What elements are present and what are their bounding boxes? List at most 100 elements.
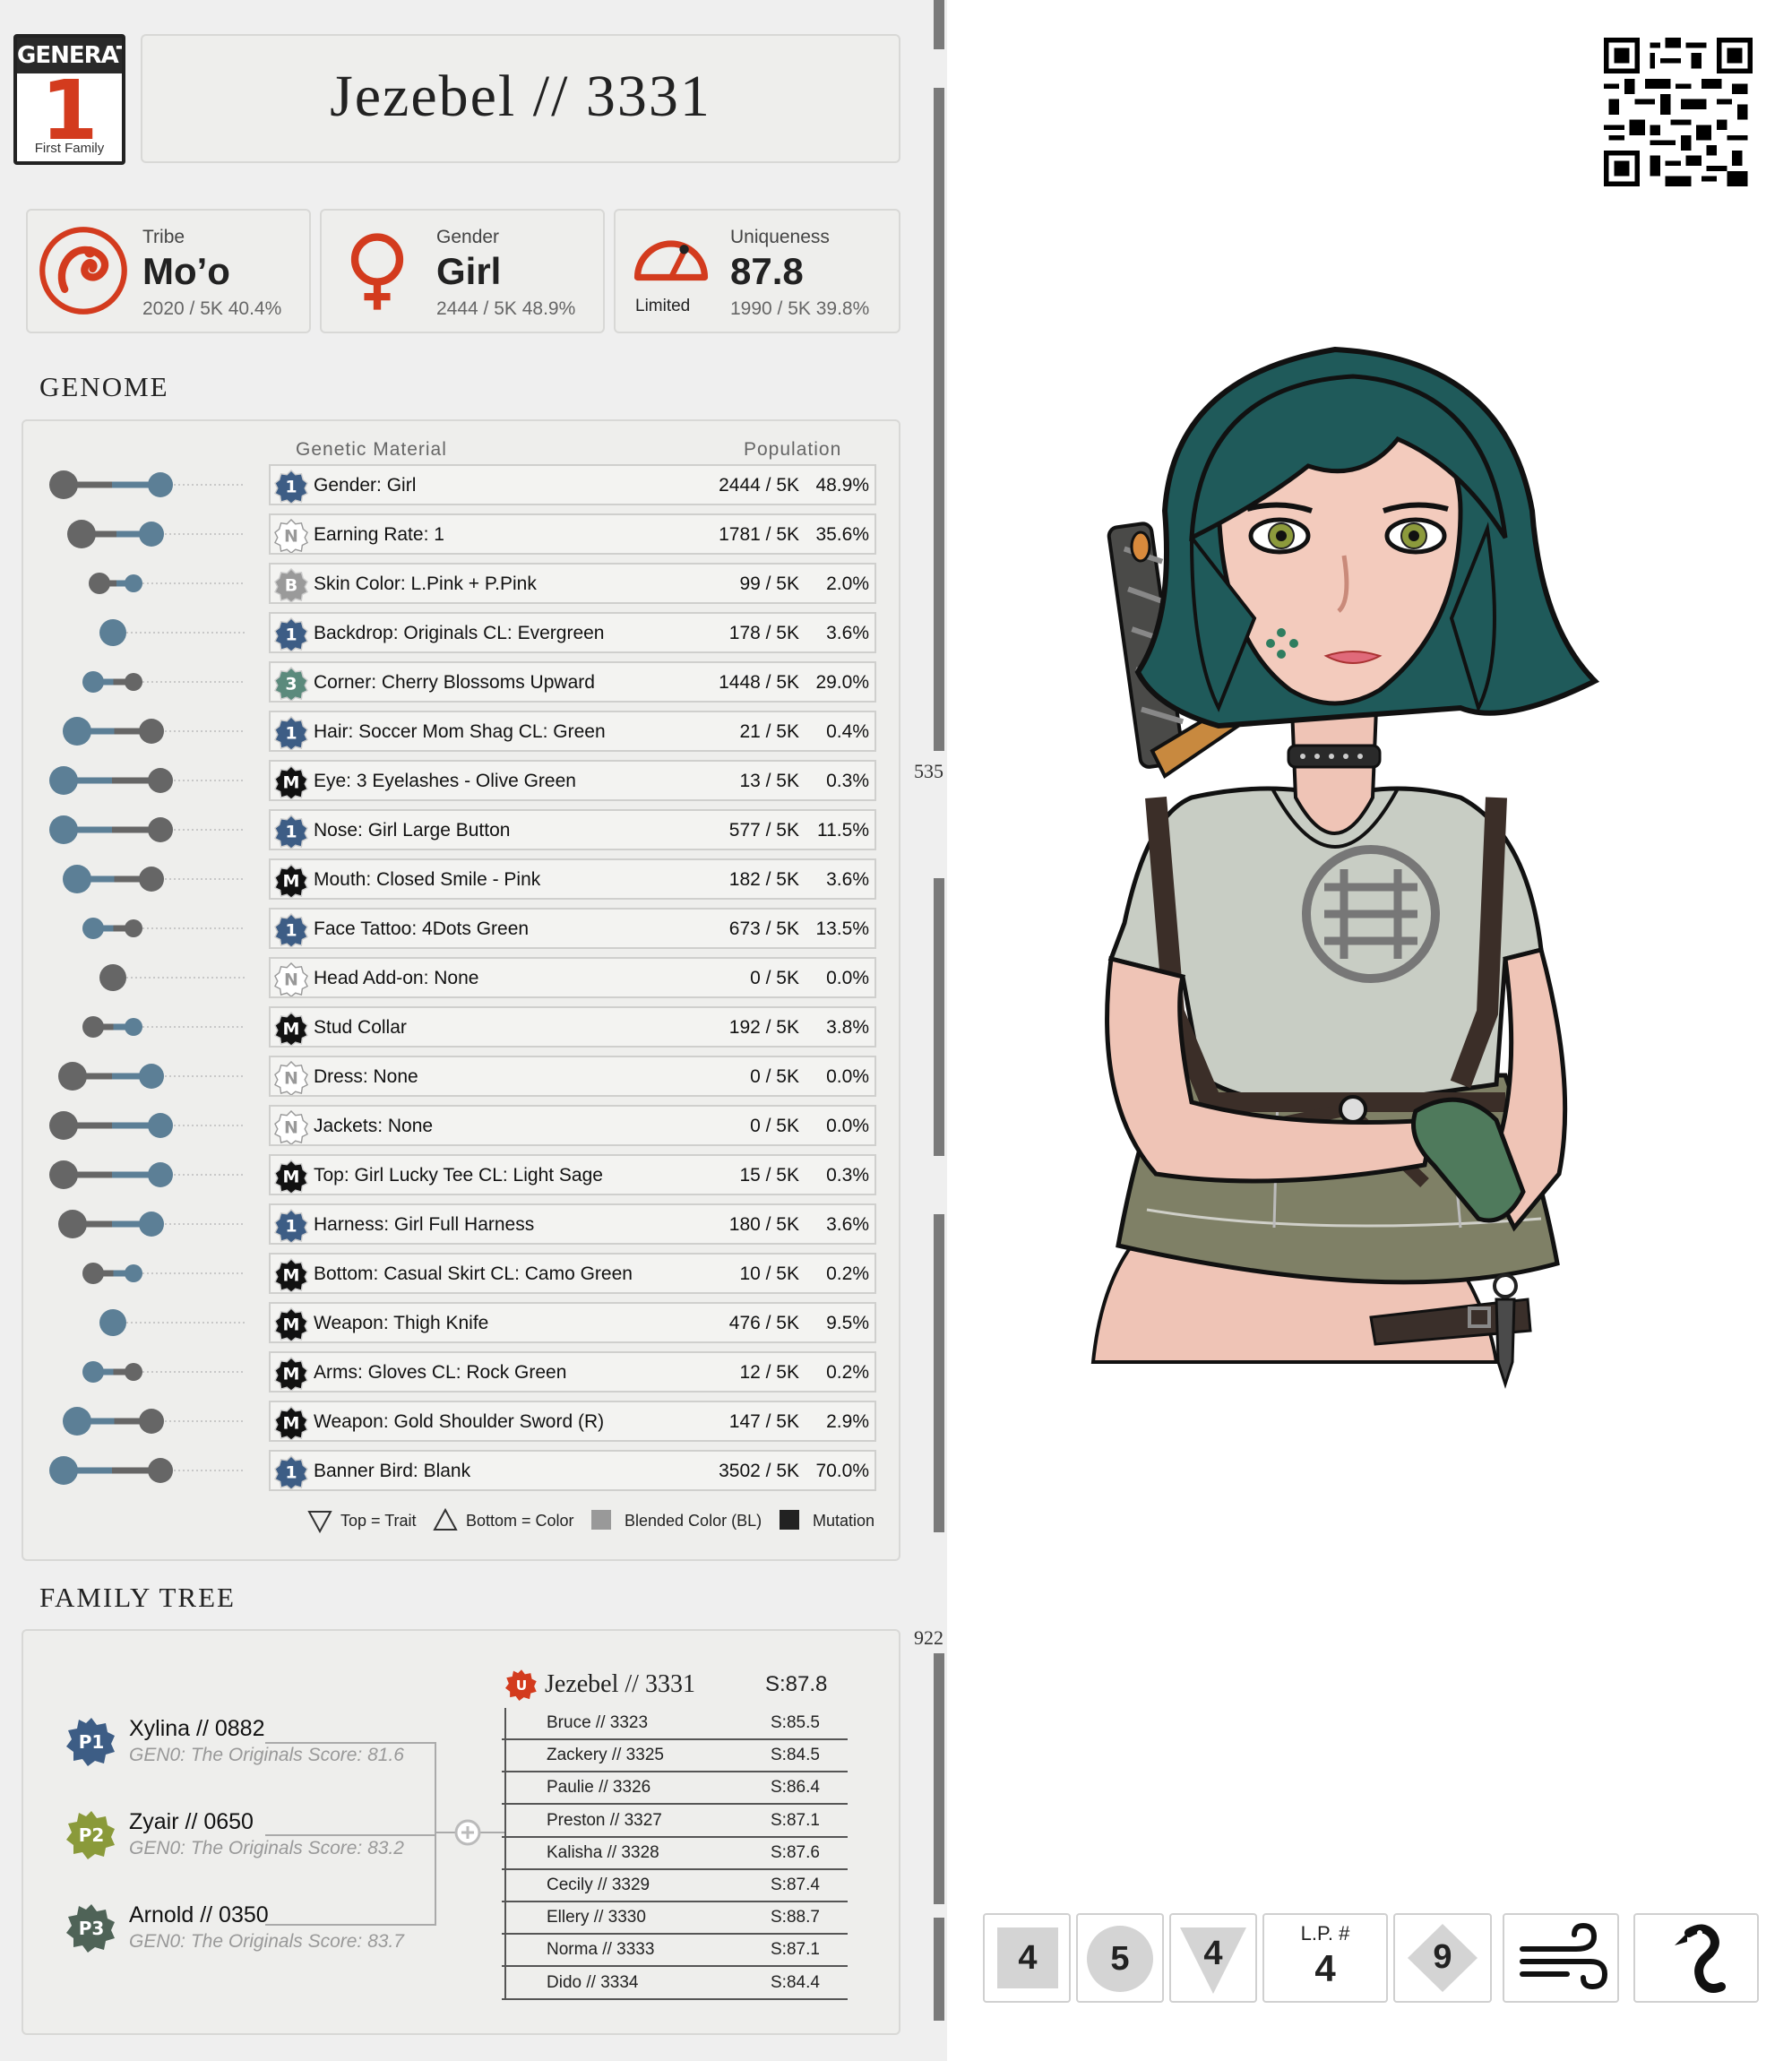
trait-badge-label: N [284,527,298,547]
sibling-name: Bruce // 3323 [547,1713,649,1732]
trait-badge-icon: N [274,962,308,996]
card-bird[interactable] [1633,1913,1759,2003]
sibling-name: Paulie // 3326 [547,1778,651,1798]
card-circle[interactable]: 5 [1076,1913,1164,2003]
genome-row[interactable]: M Bottom: Casual Skirt CL: Camo Green 10… [82,1253,876,1294]
trait-count: 0 / 5K [750,1066,799,1087]
trait-badge-icon: 1 [274,1455,308,1489]
genome-row[interactable]: M Weapon: Thigh Knife 476 / 5K 9.5% [99,1302,876,1343]
genome-indicator [99,619,246,646]
trait-percent: 0.2% [826,1362,869,1383]
trait-count: 1781 / 5K [719,524,799,545]
genome-row[interactable]: N Head Add-on: None 0 / 5K 0.0% [99,957,876,998]
sibling-row[interactable]: Bruce // 3323 S:85.5 [502,1708,848,1740]
genome-indicator [63,1407,246,1436]
trait-badge-icon: M [274,1357,308,1391]
genome-cell: N Earning Rate: 1 1781 / 5K 35.6% [269,513,876,555]
trait-badge-icon: 1 [274,470,308,504]
genome-indicator [82,1016,246,1038]
trait-count: 178 / 5K [728,623,799,643]
genome-row[interactable]: N Dress: None 0 / 5K 0.0% [58,1056,876,1097]
genome-indicator [49,1111,246,1140]
wind-icon [1520,1922,1608,1990]
genome-row[interactable]: 1 Face Tattoo: 4Dots Green 673 / 5K 13.5… [82,908,876,949]
genome-row[interactable]: M Eye: 3 Eyelashes - Olive Green 13 / 5K… [49,760,876,801]
sibling-row[interactable]: Ellery // 3330 S:88.7 [502,1902,848,1936]
genome-row[interactable]: 1 Harness: Girl Full Harness 180 / 5K 3.… [58,1203,876,1245]
genome-row[interactable]: 1 Banner Bird: Blank 3502 / 5K 70.0% [49,1450,876,1491]
trait-percent: 0.0% [826,1066,869,1087]
trait-badge-icon: M [274,864,308,898]
trait-count: 2444 / 5K [719,475,799,496]
card-square[interactable]: 4 [983,1913,1071,2003]
trait-count: 147 / 5K [728,1411,799,1432]
ruler-bar [934,1214,944,1532]
col-material-header: Genetic Material [296,439,447,460]
genome-indicator [58,1210,246,1238]
sibling-row[interactable]: Dido // 3334 S:84.4 [502,1968,848,2000]
trait-badge-icon: 1 [274,815,308,849]
sibling-row[interactable]: Preston // 3327 S:87.1 [502,1806,848,1838]
trait-name: Gender: Girl [314,475,417,496]
trait-badge-icon: 1 [274,1209,308,1243]
sibling-name: Cecily // 3329 [547,1876,650,1894]
genome-cell: M Mouth: Closed Smile - Pink 182 / 5K 3.… [269,858,876,900]
genome-cell: 1 Hair: Soccer Mom Shag CL: Green 21 / 5… [269,711,876,752]
tribe-label: Tribe [142,227,185,247]
genome-indicator [49,470,246,499]
tribe-value: Mo’o [142,250,230,292]
trait-name: Face Tattoo: 4Dots Green [314,918,530,939]
genome-cell: M Bottom: Casual Skirt CL: Camo Green 10… [269,1253,876,1294]
qr-code-icon[interactable] [1604,38,1753,186]
genome-row[interactable]: 1 Nose: Girl Large Button 577 / 5K 11.5% [49,809,876,850]
genome-row[interactable]: 1 Backdrop: Originals CL: Evergreen 178 … [99,612,876,653]
genome-row[interactable]: 1 Gender: Girl 2444 / 5K 48.9% [49,464,876,505]
trait-count: 577 / 5K [728,820,799,841]
trait-percent: 13.5% [815,918,869,939]
genome-row[interactable]: B Skin Color: L.Pink + P.Pink 99 / 5K 2.… [89,563,876,604]
card-wind[interactable] [1503,1913,1619,2003]
genome-row[interactable]: N Jackets: None 0 / 5K 0.0% [49,1105,876,1146]
genome-indicator [58,1062,246,1091]
sibling-name: Ellery // 3330 [547,1908,646,1927]
genome-indicator [99,964,246,991]
trait-badge-label: M [283,773,300,793]
sibling-row[interactable]: Cecily // 3329 S:87.4 [502,1870,848,1902]
genome-indicator [67,520,246,548]
card-triangle[interactable]: 4 [1169,1913,1257,2003]
genome-row[interactable]: M Mouth: Closed Smile - Pink 182 / 5K 3.… [63,858,876,900]
sibling-row[interactable]: Kalisha // 3328 S:87.6 [502,1838,848,1870]
genome-cell: 3 Corner: Cherry Blossoms Upward 1448 / … [269,661,876,703]
trait-name: Nose: Girl Large Button [314,820,511,841]
generation-badge: GENERATION 1 First Family [13,34,125,165]
trait-badge-label: 1 [285,478,297,497]
genome-row[interactable]: M Arms: Gloves CL: Rock Green 12 / 5K 0.… [82,1351,876,1393]
genome-row[interactable]: 1 Hair: Soccer Mom Shag CL: Green 21 / 5… [63,711,876,752]
card-lp[interactable]: L.P. # 4 [1262,1913,1388,2003]
genome-row[interactable]: M Top: Girl Lucky Tee CL: Light Sage 15 … [49,1154,876,1195]
genome-panel: Genetic Material Population 1 Gender: Gi… [22,419,900,1561]
trait-name: Weapon: Gold Shoulder Sword (R) [314,1411,605,1432]
genome-row[interactable]: M Stud Collar 192 / 5K 3.8% [82,1006,876,1048]
genome-indicator [49,766,246,795]
sibling-row[interactable]: Zackery // 3325 S:84.5 [502,1740,848,1773]
trait-percent: 29.0% [815,672,869,693]
genome-row[interactable]: 3 Corner: Cherry Blossoms Upward 1448 / … [82,661,876,703]
genome-row[interactable]: N Earning Rate: 1 1781 / 5K 35.6% [67,513,876,555]
family-tree-panel: P1 Xylina // 0882 GEN0: The Originals Sc… [22,1629,900,2035]
trait-badge-label: 3 [285,675,297,694]
ruler-bar [934,1653,944,1904]
genome-row[interactable]: M Weapon: Gold Shoulder Sword (R) 147 / … [63,1401,876,1442]
card-diamond[interactable]: 9 [1393,1913,1492,2003]
trait-name: Bottom: Casual Skirt CL: Camo Green [314,1263,633,1284]
genome-title: GENOME [39,371,169,402]
genome-indicator [99,1309,246,1336]
sibling-row[interactable]: Norma // 3333 S:87.1 [502,1935,848,1968]
sibling-name: Dido // 3334 [547,1972,639,1992]
sibling-score: S:84.5 [771,1746,820,1765]
sibling-row[interactable]: Paulie // 3326 S:86.4 [502,1772,848,1806]
genome-cell: N Head Add-on: None 0 / 5K 0.0% [269,957,876,998]
trait-badge-label: M [283,1315,300,1335]
sibling-name: Preston // 3327 [547,1810,662,1830]
genome-indicator [82,918,246,939]
